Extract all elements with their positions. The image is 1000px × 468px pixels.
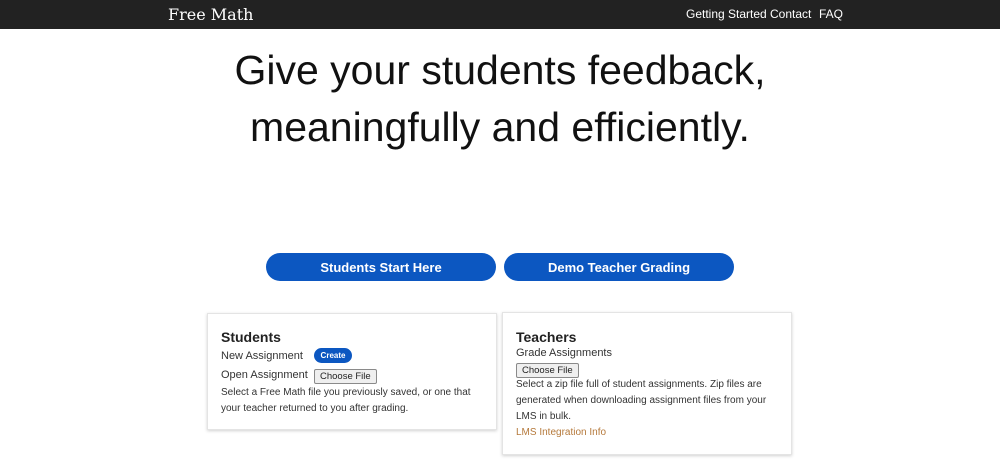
teachers-card: Teachers Grade Assignments Choose File S… xyxy=(502,312,792,455)
create-assignment-button[interactable]: Create xyxy=(314,348,352,363)
hero-line-2: meaningfully and efficiently. xyxy=(250,104,750,150)
teachers-card-description: Select a zip file full of student assign… xyxy=(516,379,767,422)
hero-line-1: Give your students feedback, xyxy=(234,47,766,93)
students-card: Students New Assignment Create Open Assi… xyxy=(207,313,497,430)
brand-logo[interactable]: Free Math xyxy=(168,5,253,24)
teachers-card-title: Teachers xyxy=(516,329,577,345)
hero-headline: Give your students feedback, meaningfull… xyxy=(0,42,1000,156)
nav-link-faq[interactable]: FAQ xyxy=(819,7,843,21)
new-assignment-label: New Assignment xyxy=(221,350,303,362)
lms-integration-info-link[interactable]: LMS Integration Info xyxy=(516,427,606,438)
demo-teacher-grading-button[interactable]: Demo Teacher Grading xyxy=(504,253,734,281)
students-start-here-button[interactable]: Students Start Here xyxy=(266,253,496,281)
top-navbar: Free Math Getting Started Contact FAQ xyxy=(0,0,1000,29)
open-assignment-label: Open Assignment xyxy=(221,369,308,381)
students-card-title: Students xyxy=(221,329,281,345)
teacher-choose-file-button[interactable]: Choose File xyxy=(516,363,579,378)
students-card-description: Select a Free Math file you previously s… xyxy=(221,387,471,414)
grade-assignments-label: Grade Assignments xyxy=(516,347,612,359)
nav-link-contact[interactable]: Contact xyxy=(770,7,811,21)
nav-link-getting-started[interactable]: Getting Started xyxy=(686,7,767,21)
student-choose-file-button[interactable]: Choose File xyxy=(314,369,377,384)
